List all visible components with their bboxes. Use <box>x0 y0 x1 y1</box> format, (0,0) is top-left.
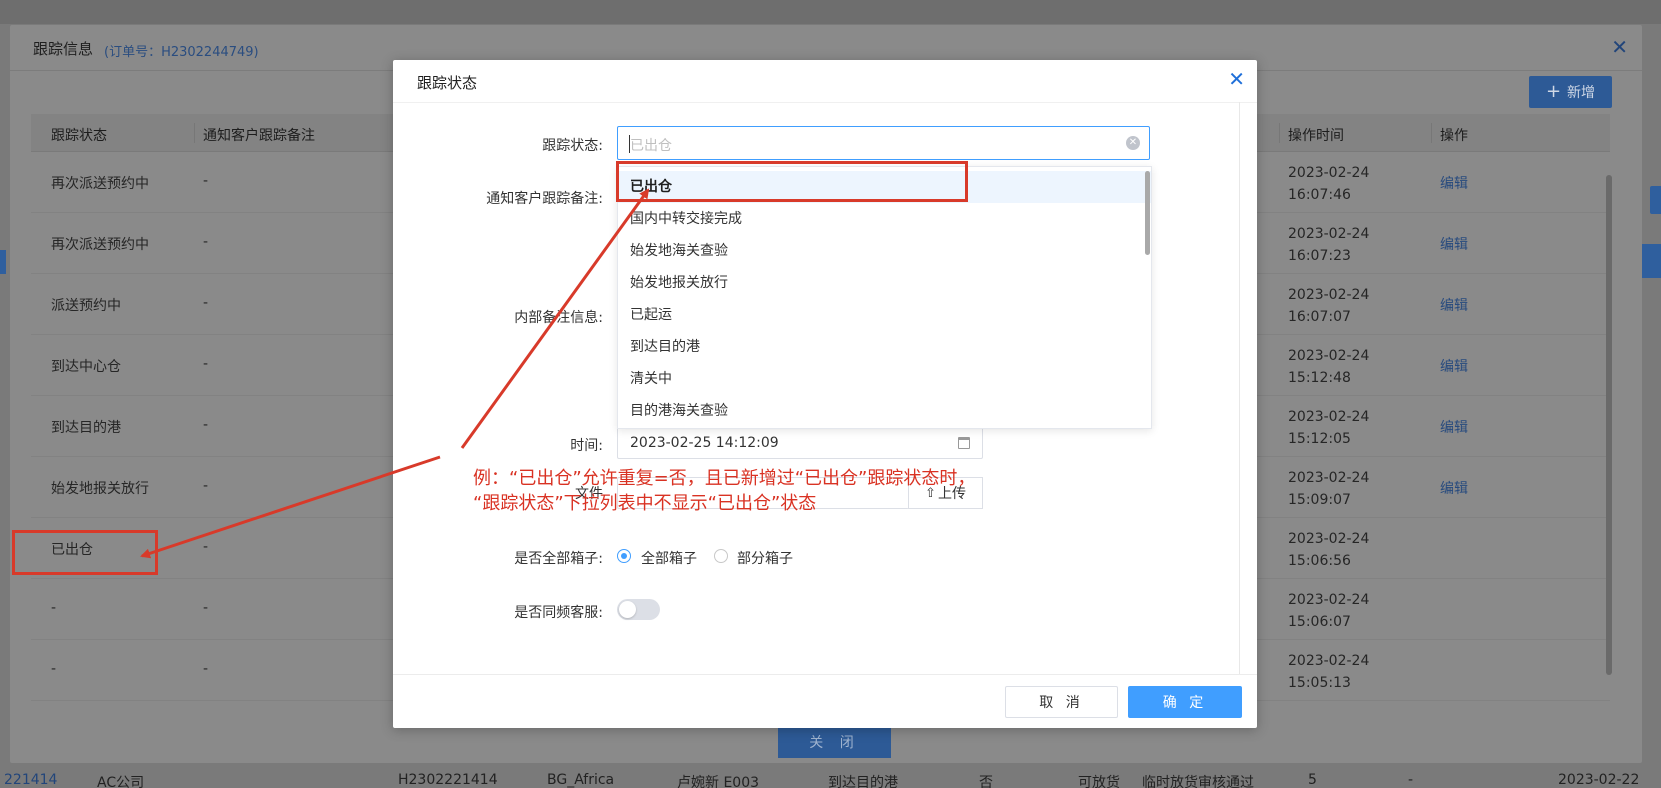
dropdown-option[interactable]: 目的港海关查验 <box>618 395 1151 427</box>
cell-time: 2023-02-24 15:06:07 <box>1288 592 1370 630</box>
clear-icon[interactable]: ✕ <box>1126 136 1140 150</box>
add-tracking-button[interactable]: + 新增 <box>1529 76 1612 108</box>
bg-cell: AC公司 <box>97 775 145 788</box>
cell-status: 到达中心仓 <box>51 359 121 375</box>
cancel-button[interactable]: 取 消 <box>1005 686 1118 718</box>
cell-time: 2023-02-24 15:09:07 <box>1288 470 1370 508</box>
status-dropdown: 已出仓 国内中转交接完成 始发地海关查验 始发地报关放行 已起运 到达目的港 清… <box>617 166 1152 429</box>
cell-time: 2023-02-24 16:07:07 <box>1288 287 1370 325</box>
annotation-box-dropdown <box>616 161 968 202</box>
label-status: 跟踪状态: <box>542 138 603 154</box>
cell-status: 再次派送预约中 <box>51 237 149 253</box>
bg-cell: 5 <box>1308 772 1317 788</box>
radio-partial-boxes-label[interactable]: 部分箱子 <box>737 548 793 568</box>
cell-remark: - <box>203 295 209 311</box>
bg-cell: BG_Africa <box>547 772 615 788</box>
edit-link[interactable]: 编辑 <box>1440 173 1468 193</box>
dropdown-option[interactable]: 到达目的港 <box>618 331 1151 363</box>
dropdown-option[interactable]: 始发地报关放行 <box>618 267 1151 299</box>
bg-cell: 221414 <box>4 772 58 788</box>
tracking-info-title: 跟踪信息 <box>33 40 94 58</box>
label-internal-remark: 内部备注信息: <box>514 310 603 326</box>
dropdown-option[interactable]: 始发地海关查验 <box>618 235 1151 267</box>
cell-remark: - <box>203 539 209 555</box>
time-value: 2023-02-25 14:12:09 <box>630 435 779 451</box>
order-number: (订单号：H2302244749) <box>104 45 259 60</box>
background-edge-button <box>1640 244 1661 278</box>
cell-remark: - <box>203 173 209 189</box>
cell-remark: - <box>203 234 209 250</box>
edit-link[interactable]: 编辑 <box>1440 295 1468 315</box>
sync-cs-toggle[interactable] <box>617 599 660 620</box>
dropdown-option[interactable]: 国内中转交接完成 <box>618 203 1151 235</box>
status-select[interactable]: 已出仓 ✕ <box>617 126 1150 160</box>
label-sync-cs: 是否同频客服: <box>514 605 603 621</box>
close-icon[interactable]: ✕ <box>1228 69 1245 89</box>
column-header-op-time: 操作时间 <box>1288 128 1344 144</box>
cell-time: 2023-02-24 15:12:05 <box>1288 409 1370 447</box>
bg-cell: 到达目的港 <box>828 775 898 788</box>
bg-cell: 临时放货审核通过 <box>1142 775 1254 788</box>
column-header-action: 操作 <box>1440 128 1468 144</box>
dialog-title: 跟踪状态 <box>417 74 478 92</box>
cell-time: 2023-02-24 15:06:56 <box>1288 531 1370 569</box>
cell-remark: - <box>203 478 209 494</box>
dropdown-option[interactable]: 已起运 <box>618 299 1151 331</box>
cell-time: 2023-02-24 15:12:48 <box>1288 348 1370 386</box>
radio-partial-boxes[interactable] <box>714 549 728 563</box>
confirm-button[interactable]: 确 定 <box>1128 686 1242 718</box>
label-notify-remark: 通知客户跟踪备注: <box>486 191 603 207</box>
cell-remark: - <box>203 417 209 433</box>
dropdown-scrollbar[interactable] <box>1145 171 1150 255</box>
close-button[interactable]: 关 闭 <box>778 725 891 758</box>
plus-icon: + <box>1545 81 1562 102</box>
radio-all-boxes[interactable] <box>617 549 631 563</box>
label-all-boxes: 是否全部箱子: <box>514 551 603 567</box>
close-icon[interactable]: ✕ <box>1611 37 1628 57</box>
annotation-box-table <box>12 530 158 575</box>
dialog-header: 跟踪状态 ✕ <box>393 60 1257 102</box>
cell-remark: - <box>203 356 209 372</box>
background-edge-tab <box>0 250 6 274</box>
edit-link[interactable]: 编辑 <box>1440 234 1468 254</box>
cell-status: 到达目的港 <box>51 420 121 436</box>
cell-remark: - <box>203 661 209 677</box>
cell-status: - <box>51 661 57 677</box>
bg-cell: 否 <box>979 775 993 788</box>
table-scrollbar[interactable] <box>1606 175 1612 675</box>
dialog-scroll-track <box>1239 102 1240 674</box>
radio-all-boxes-label[interactable]: 全部箱子 <box>641 548 697 568</box>
annotation-line-2: “跟踪状态”下拉列表中不显示“已出仓”状态 <box>473 493 817 514</box>
column-header-notify-remark: 通知客户跟踪备注 <box>203 128 315 144</box>
edit-link[interactable]: 编辑 <box>1440 478 1468 498</box>
cell-status: 派送预约中 <box>51 298 121 314</box>
time-picker[interactable]: 2023-02-25 14:12:09 <box>617 427 983 459</box>
cell-remark: - <box>203 600 209 616</box>
text-caret <box>629 135 630 153</box>
bg-cell: - <box>1408 772 1414 788</box>
bg-cell: H2302221414 <box>398 772 498 788</box>
background-table-row: 221414 AC公司 H2302221414 BG_Africa 卢婉新 E0… <box>0 770 1661 788</box>
background-topbar <box>0 0 1661 24</box>
bg-cell: 卢婉新 E003 <box>677 775 760 788</box>
annotation-line-1: 例：“已出仓”允许重复=否，且已新增过“已出仓”跟踪状态时， <box>473 468 976 489</box>
bg-cell: 2023-02-22 <box>1558 772 1640 788</box>
status-placeholder: 已出仓 <box>630 138 672 154</box>
edit-link[interactable]: 编辑 <box>1440 356 1468 376</box>
calendar-icon <box>958 437 970 449</box>
bg-cell: 可放货 <box>1078 775 1120 788</box>
annotation-note: 例：“已出仓”允许重复=否，且已新增过“已出仓”跟踪状态时， “跟踪状态”下拉列… <box>473 466 975 516</box>
cell-status: 始发地报关放行 <box>51 481 149 497</box>
add-button-label: 新增 <box>1567 85 1596 101</box>
dropdown-option[interactable]: 清关中 <box>618 363 1151 395</box>
column-header-status: 跟踪状态 <box>51 128 107 144</box>
cell-time: 2023-02-24 15:05:13 <box>1288 653 1370 691</box>
cell-status: - <box>51 600 57 616</box>
background-edge-button <box>1650 186 1661 214</box>
edit-link[interactable]: 编辑 <box>1440 417 1468 437</box>
cell-status: 再次派送预约中 <box>51 176 149 192</box>
cell-time: 2023-02-24 16:07:23 <box>1288 226 1370 264</box>
label-time: 时间: <box>570 438 603 454</box>
cell-time: 2023-02-24 16:07:46 <box>1288 165 1370 203</box>
